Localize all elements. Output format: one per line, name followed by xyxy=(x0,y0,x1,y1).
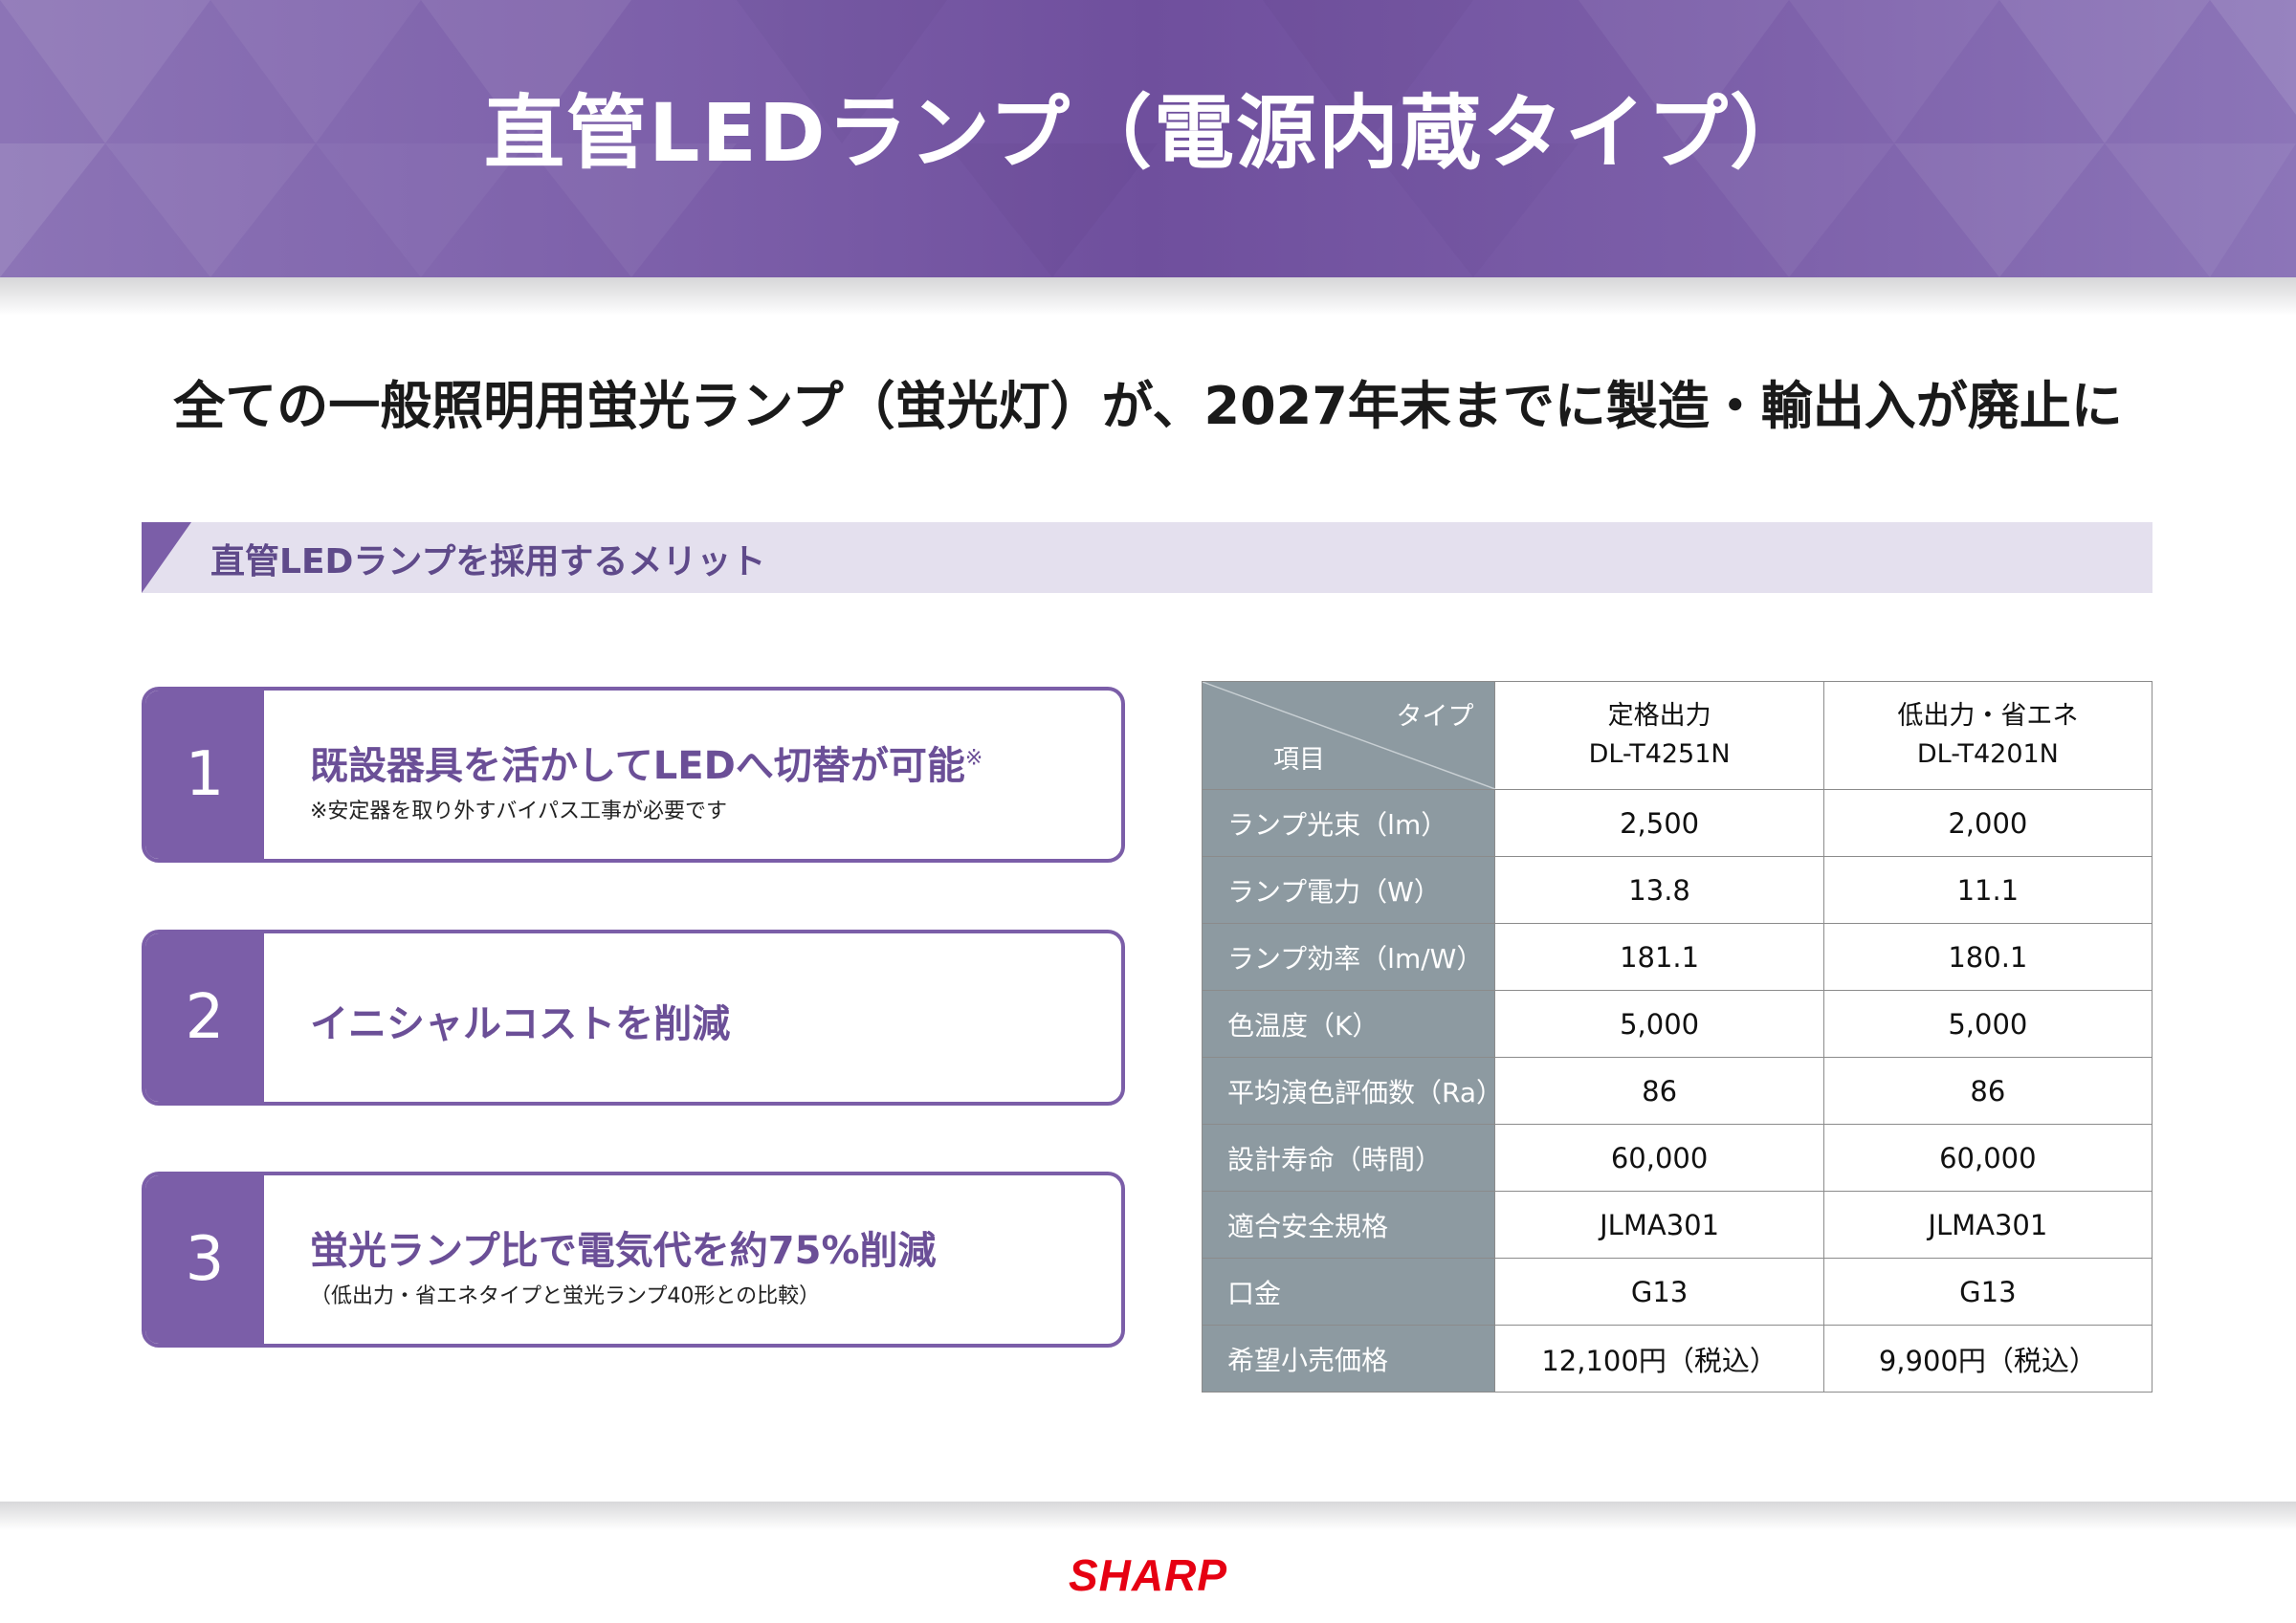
merit-number: 3 xyxy=(145,1175,264,1344)
cell-value: 11.1 xyxy=(1822,856,2153,924)
row-label: 希望小売価格 xyxy=(1201,1325,1496,1393)
cell-value: 2,500 xyxy=(1494,789,1824,857)
merit-note: ※安定器を取り外すバイパス工事が必要です xyxy=(310,800,727,823)
merit-note: （低出力・省エネタイプと蛍光ランプ40形との比較） xyxy=(310,1284,821,1308)
merit-card-2: 2 イニシャルコストを削減 xyxy=(142,930,1125,1106)
cell-value: 12,100円（税込） xyxy=(1494,1325,1824,1393)
merit-text: 蛍光ランプ比で電気代を約75%削減 xyxy=(310,1229,937,1273)
footer-shadow xyxy=(0,1502,2296,1530)
table-row: 希望小売価格 12,100円（税込） 9,900円（税込） xyxy=(1201,1325,2153,1393)
corner-type-label: タイプ xyxy=(1396,702,1474,732)
cell-value: 9,900円（税込） xyxy=(1822,1325,2153,1393)
row-label: 設計寿命（時間） xyxy=(1201,1124,1496,1192)
table-header-row: タイプ 項目 定格出力 DL-T4251N 低出力・省エネ DL-T4201N xyxy=(1201,681,2153,790)
cell-value: 2,000 xyxy=(1822,789,2153,857)
cell-value: 181.1 xyxy=(1494,923,1824,991)
column-header: 定格出力 DL-T4251N xyxy=(1494,681,1824,790)
cell-value: 60,000 xyxy=(1822,1124,2153,1192)
table-row: 適合安全規格 JLMA301 JLMA301 xyxy=(1201,1191,2153,1259)
table-row: 色温度（K） 5,000 5,000 xyxy=(1201,990,2153,1058)
footer: SHARP xyxy=(0,1530,2296,1623)
spec-table: タイプ 項目 定格出力 DL-T4251N 低出力・省エネ DL-T4201N … xyxy=(1201,681,2153,1393)
cell-value: 5,000 xyxy=(1494,990,1824,1058)
page-title: 直管LEDランプ（電源内蔵タイプ） xyxy=(483,86,1813,180)
cell-value: 13.8 xyxy=(1494,856,1824,924)
row-label: ランプ光束（lm） xyxy=(1201,789,1496,857)
cell-value: 5,000 xyxy=(1822,990,2153,1058)
cell-value: G13 xyxy=(1822,1258,2153,1326)
cell-value: JLMA301 xyxy=(1822,1191,2153,1259)
header-shadow xyxy=(0,277,2296,316)
cell-value: G13 xyxy=(1494,1258,1824,1326)
table-row: 口金 G13 G13 xyxy=(1201,1258,2153,1326)
cell-value: 86 xyxy=(1822,1057,2153,1125)
table-row: ランプ効率（lm/W） 181.1 180.1 xyxy=(1201,923,2153,991)
merit-card-1: 1 既設器具を活かしてLEDへ切替が可能※ ※安定器を取り外すバイパス工事が必要… xyxy=(142,687,1125,863)
note-mark: ※ xyxy=(964,746,983,771)
column-header: 低出力・省エネ DL-T4201N xyxy=(1822,681,2153,790)
table-row: ランプ電力（W） 13.8 11.1 xyxy=(1201,856,2153,924)
table-row: 平均演色評価数（Ra） 86 86 xyxy=(1201,1057,2153,1125)
merit-text: イニシャルコストを削減 xyxy=(310,1002,731,1046)
row-label: 平均演色評価数（Ra） xyxy=(1201,1057,1503,1125)
section-band: 直管LEDランプを採用するメリット xyxy=(142,522,2152,593)
sharp-logo: SHARP xyxy=(1068,1550,1228,1600)
corner-item-label: 項目 xyxy=(1273,745,1325,775)
merit-number: 2 xyxy=(145,933,264,1102)
header-banner: 直管LEDランプ（電源内蔵タイプ） xyxy=(0,0,2296,277)
headline: 全ての一般照明用蛍光ランプ（蛍光灯）が、2027年末までに製造・輸出入が廃止に xyxy=(173,376,2123,436)
cell-value: JLMA301 xyxy=(1494,1191,1824,1259)
section-triangle-icon xyxy=(142,522,191,593)
table-row: 設計寿命（時間） 60,000 60,000 xyxy=(1201,1124,2153,1192)
row-label: ランプ効率（lm/W） xyxy=(1201,923,1496,991)
cell-value: 86 xyxy=(1494,1057,1824,1125)
merit-card-3: 3 蛍光ランプ比で電気代を約75%削減 （低出力・省エネタイプと蛍光ランプ40形… xyxy=(142,1172,1125,1348)
merit-text: 既設器具を活かしてLEDへ切替が可能※ xyxy=(310,744,983,788)
row-label: ランプ電力（W） xyxy=(1201,856,1496,924)
cell-value: 60,000 xyxy=(1494,1124,1824,1192)
table-row: ランプ光束（lm） 2,500 2,000 xyxy=(1201,789,2153,857)
table-corner: タイプ 項目 xyxy=(1201,681,1496,790)
row-label: 口金 xyxy=(1201,1258,1496,1326)
section-title: 直管LEDランプを採用するメリット xyxy=(210,542,766,581)
merit-number: 1 xyxy=(145,691,264,859)
row-label: 色温度（K） xyxy=(1201,990,1496,1058)
cell-value: 180.1 xyxy=(1822,923,2153,991)
row-label: 適合安全規格 xyxy=(1201,1191,1496,1259)
